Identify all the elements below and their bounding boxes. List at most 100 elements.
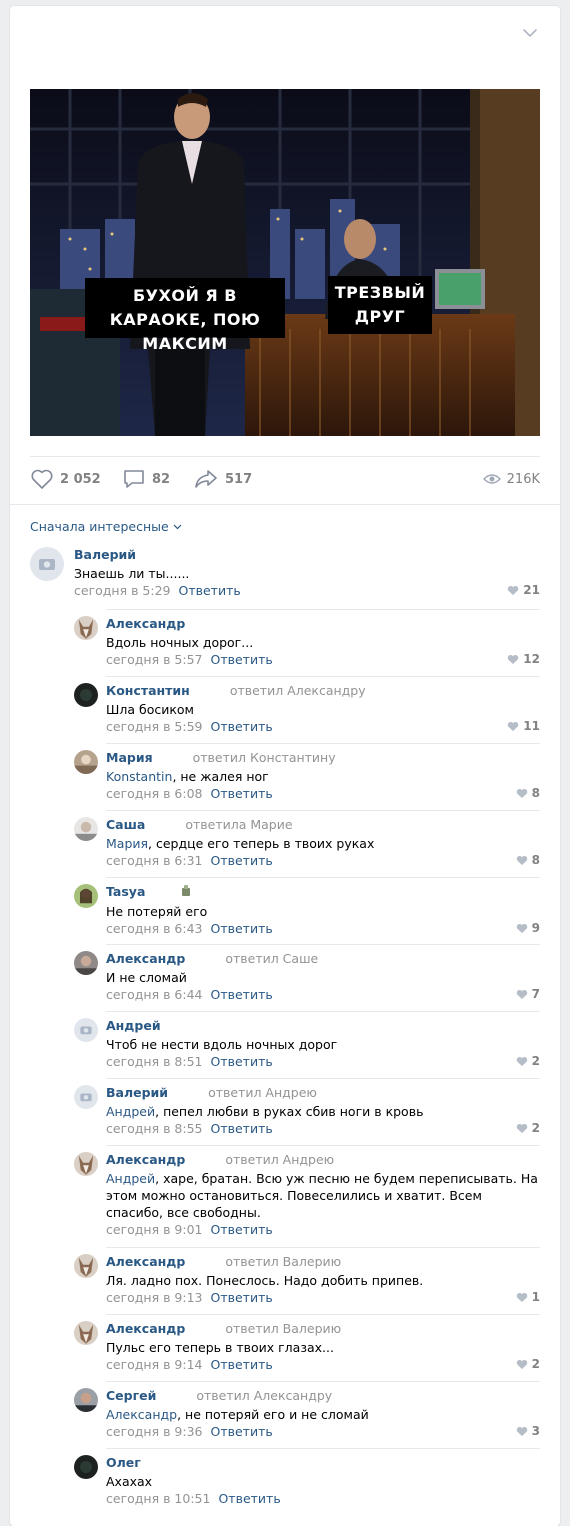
mention-link[interactable]: Мария	[106, 836, 148, 851]
reply-button[interactable]: Ответить	[211, 1290, 273, 1305]
comment-timestamp[interactable]: сегодня в 6:31	[106, 853, 203, 868]
comments-sort-dropdown[interactable]: Сначала интересные	[30, 519, 182, 534]
comment-author-link[interactable]: Александр	[106, 616, 185, 631]
avatar[interactable]	[74, 951, 98, 975]
camera-placeholder-icon[interactable]	[74, 1085, 98, 1109]
comment-text: Андрей, пепел любви в руках сбив ноги в …	[106, 1104, 424, 1119]
avatar[interactable]	[74, 750, 98, 774]
mention-link[interactable]: Konstantin	[106, 769, 172, 784]
comment-timestamp[interactable]: сегодня в 5:59	[106, 719, 203, 734]
comment-text: Андрей, харе, братан. Всю уж песню не бу…	[106, 1171, 538, 1220]
avatar[interactable]	[74, 1254, 98, 1278]
camera-placeholder-icon[interactable]	[74, 1018, 98, 1042]
comment-like-button[interactable]: 11	[507, 719, 540, 733]
replied-to-link[interactable]: ответил Константину	[193, 750, 336, 765]
avatar[interactable]	[74, 884, 98, 908]
comment-timestamp[interactable]: сегодня в 8:55	[106, 1121, 203, 1136]
comment-author-link[interactable]: Валерий	[74, 547, 136, 562]
comment-timestamp[interactable]: сегодня в 10:51	[106, 1491, 210, 1506]
comment-like-button[interactable]: 2	[516, 1054, 540, 1068]
comment-like-button[interactable]: 9	[516, 921, 540, 935]
replied-to-link[interactable]: ответил Андрею	[225, 1152, 334, 1167]
heart-icon	[516, 989, 527, 999]
comment-like-count: 8	[531, 853, 540, 867]
comment-timestamp[interactable]: сегодня в 6:08	[106, 786, 203, 801]
comment-like-button[interactable]: 2	[516, 1121, 540, 1135]
comment-body: Александр ответил Валерию Пульс его теперь…	[106, 1321, 540, 1373]
comment-author-link[interactable]: Александр	[106, 1254, 185, 1269]
avatar[interactable]	[74, 616, 98, 640]
replied-to-link[interactable]: ответил Валерию	[225, 1254, 341, 1269]
reply-button[interactable]: Ответить	[211, 1054, 273, 1069]
avatar[interactable]	[74, 1455, 98, 1479]
replied-to-link[interactable]: ответил Александру	[230, 683, 366, 698]
camera-placeholder-icon[interactable]	[30, 547, 64, 581]
replied-to-link[interactable]: ответила Марие	[185, 817, 292, 832]
reply-button[interactable]: Ответить	[211, 921, 273, 936]
comment-timestamp[interactable]: сегодня в 9:01	[106, 1222, 203, 1237]
comment-like-button[interactable]: 7	[516, 987, 540, 1001]
share-button[interactable]: 517	[193, 464, 252, 494]
avatar[interactable]	[74, 1388, 98, 1412]
reply-button[interactable]: Ответить	[211, 719, 273, 734]
replied-to-link[interactable]: ответил Андрею	[208, 1085, 317, 1100]
reply-button[interactable]: Ответить	[211, 987, 273, 1002]
replied-to-link[interactable]: ответил Саше	[225, 951, 318, 966]
comment-author-link[interactable]: Андрей	[106, 1018, 161, 1033]
comment-author-link[interactable]: Саша	[106, 817, 145, 832]
comment-timestamp[interactable]: сегодня в 6:43	[106, 921, 203, 936]
comment-author-link[interactable]: Александр	[106, 951, 185, 966]
comment-timestamp[interactable]: сегодня в 6:44	[106, 987, 203, 1002]
comment-author-link[interactable]: Александр	[106, 1152, 185, 1167]
comment-body: Мария ответил Константину Konstantin, не ж…	[106, 750, 540, 802]
mention-link[interactable]: Андрей	[106, 1104, 155, 1119]
comment-author-link[interactable]: Мария	[106, 750, 153, 765]
comment-author: Александр ответил Саше	[106, 951, 540, 967]
replied-to-link[interactable]: ответил Валерию	[225, 1321, 341, 1336]
comment-author: Саша ответила Марие	[106, 817, 540, 833]
comment-author-link[interactable]: Константин	[106, 683, 190, 698]
comment-author-link[interactable]: Олег	[106, 1455, 141, 1470]
replied-to-link[interactable]: ответил Александру	[196, 1388, 332, 1403]
comment-timestamp[interactable]: сегодня в 9:14	[106, 1357, 203, 1372]
avatar[interactable]	[74, 1321, 98, 1345]
avatar[interactable]	[74, 817, 98, 841]
comment-timestamp[interactable]: сегодня в 5:57	[106, 652, 203, 667]
comment-author-link[interactable]: Валерий	[106, 1085, 168, 1100]
reply-button[interactable]: Ответить	[179, 583, 241, 598]
reply-button[interactable]: Ответить	[211, 786, 273, 801]
comment-like-button[interactable]: 2	[516, 1357, 540, 1371]
reply-button[interactable]: Ответить	[211, 1222, 273, 1237]
comment-text: Мария, сердце его теперь в твоих руках	[106, 836, 375, 851]
comment-like-button[interactable]: 12	[507, 652, 540, 666]
comment-timestamp[interactable]: сегодня в 9:36	[106, 1424, 203, 1439]
comment-timestamp[interactable]: сегодня в 9:13	[106, 1290, 203, 1305]
comment-like-button[interactable]: 1	[516, 1290, 540, 1304]
reply-button[interactable]: Ответить	[211, 1357, 273, 1372]
comment-meta: сегодня в 9:13 Ответить	[106, 1290, 540, 1306]
heart-icon	[516, 1359, 527, 1369]
like-button[interactable]: 2 052	[30, 464, 101, 494]
mention-link[interactable]: Александр	[106, 1407, 177, 1422]
comment-author-link[interactable]: Tasya	[106, 884, 145, 899]
avatar[interactable]	[74, 1152, 98, 1176]
comment-timestamp[interactable]: сегодня в 8:51	[106, 1054, 203, 1069]
reply-button[interactable]: Ответить	[211, 1121, 273, 1136]
comment-text: Чтоб не нести вдоль ночных дорог	[106, 1037, 338, 1052]
reply-button[interactable]: Ответить	[211, 853, 273, 868]
comment-author-link[interactable]: Сергей	[106, 1388, 156, 1403]
post-menu-chevron-icon[interactable]	[522, 28, 542, 44]
comment-like-button[interactable]: 8	[516, 853, 540, 867]
comment-like-button[interactable]: 21	[507, 583, 540, 597]
post-photo[interactable]: Бухой я в караоке, пою Максим Трезвый др…	[30, 89, 540, 436]
comment-like-button[interactable]: 8	[516, 786, 540, 800]
comment-author-link[interactable]: Александр	[106, 1321, 185, 1336]
comment-button[interactable]: 82	[122, 464, 170, 494]
reply-button[interactable]: Ответить	[218, 1491, 280, 1506]
comment-timestamp[interactable]: сегодня в 5:29	[74, 583, 171, 598]
avatar[interactable]	[74, 683, 98, 707]
mention-link[interactable]: Андрей	[106, 1171, 155, 1186]
reply-button[interactable]: Ответить	[211, 652, 273, 667]
reply-button[interactable]: Ответить	[211, 1424, 273, 1439]
comment-like-button[interactable]: 3	[516, 1424, 540, 1438]
